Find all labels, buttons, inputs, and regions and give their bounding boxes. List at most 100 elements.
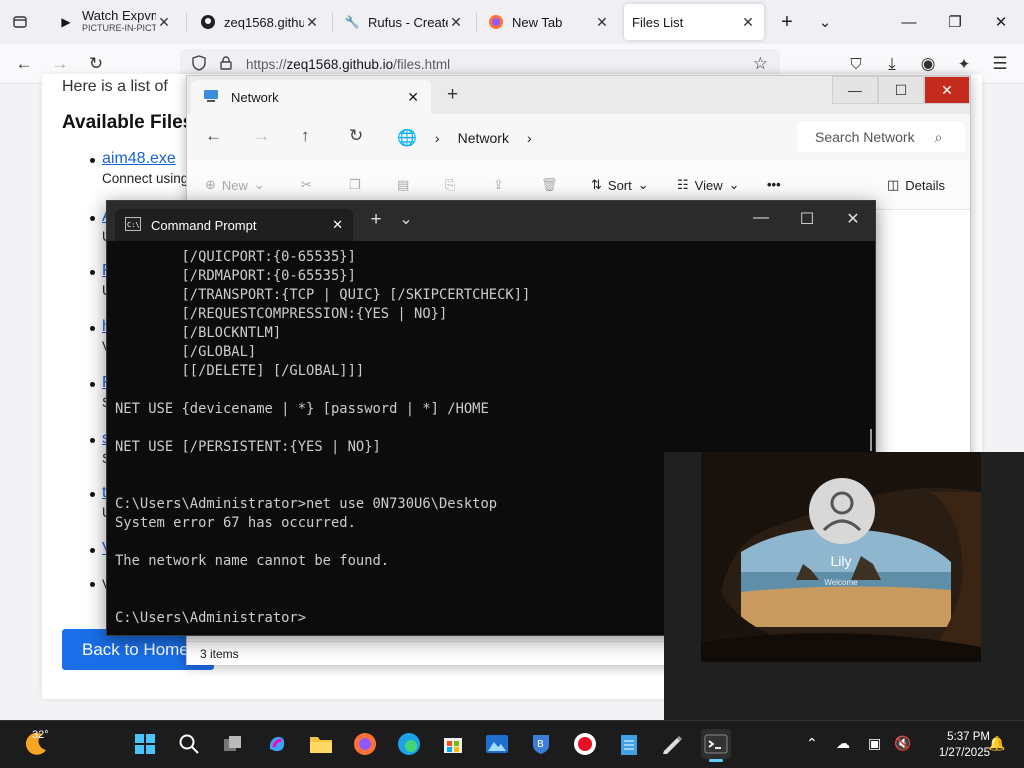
close-icon[interactable]: ✕ [839, 209, 867, 229]
close-icon[interactable]: ✕ [924, 76, 970, 104]
up-icon[interactable]: ↑ [301, 126, 310, 146]
maximize-icon[interactable]: ☐ [878, 76, 924, 104]
plus-circle-icon: ⊕ [205, 177, 216, 192]
paste-icon[interactable]: ▤ [397, 177, 409, 193]
view-button[interactable]: ☷ View ⌄ [677, 177, 740, 193]
file-description: Connect using [102, 171, 189, 186]
temperature: 32° [32, 729, 49, 741]
copy-icon[interactable]: ❐ [349, 177, 361, 193]
lock-icon[interactable] [220, 55, 232, 73]
more-options-icon[interactable]: ••• [767, 177, 781, 192]
tab-overview-icon[interactable] [6, 8, 34, 36]
start-icon[interactable] [130, 729, 160, 759]
file-link[interactable]: aim48.exe [102, 150, 176, 167]
close-icon[interactable]: ✕ [332, 217, 343, 233]
minimize-icon[interactable]: — [747, 209, 775, 227]
chevron-down-icon: ⌄ [637, 177, 649, 192]
clock[interactable]: 5:37 PM 1/27/2025 [918, 729, 990, 761]
back-icon[interactable]: ← [10, 50, 38, 78]
share-icon[interactable]: ⇪ [493, 177, 504, 193]
recorder-icon[interactable] [570, 729, 600, 759]
delete-icon[interactable]: 🗑 [541, 177, 558, 193]
close-icon[interactable]: ✕ [740, 14, 756, 31]
notepad-icon[interactable] [614, 729, 644, 759]
close-icon[interactable]: ✕ [304, 14, 320, 31]
close-icon[interactable]: ✕ [407, 89, 419, 106]
time: 5:37 PM [947, 731, 990, 743]
tab-files-list[interactable]: Files List ✕ [624, 4, 764, 40]
tab-sublabel: PICTURE-IN-PICTURE [82, 23, 156, 33]
tab-github[interactable]: zeq1568.github.i ✕ [192, 4, 328, 40]
details-button[interactable]: ◫ Details [887, 177, 945, 193]
cut-icon[interactable]: ✂ [301, 177, 312, 193]
rename-icon[interactable]: ⎘ [445, 177, 455, 193]
tab-new-tab[interactable]: New Tab ✕ [480, 4, 618, 40]
search-icon: ⌕ [934, 128, 943, 145]
search-network-input[interactable]: Search Network ⌕ [797, 122, 965, 152]
new-tab-icon[interactable]: + [362, 209, 390, 231]
url-host: zeq1568.github.io [286, 56, 394, 72]
minimize-icon[interactable]: — [832, 76, 878, 104]
file-explorer-icon[interactable] [306, 729, 336, 759]
menu-icon[interactable]: ☰ [986, 50, 1014, 78]
view-icon: ☷ [677, 177, 689, 192]
tab-label: New Tab [512, 14, 563, 30]
pen-icon[interactable] [658, 729, 688, 759]
pip-video[interactable]: Lily Welcome [701, 452, 981, 662]
show-hidden-icons-icon[interactable]: ⌃ [806, 735, 818, 752]
tab-label: zeq1568.github.i [224, 14, 304, 30]
tab-command-prompt[interactable]: C:\ Command Prompt ✕ [115, 209, 353, 241]
notification-bell-icon[interactable]: 🔔 [988, 735, 1005, 752]
terminal-line: [/BLOCKNTLM] [115, 325, 282, 341]
maximize-icon[interactable]: ☐ [793, 209, 821, 229]
terminal-icon[interactable] [701, 729, 731, 762]
network-status-icon[interactable]: ▣ [868, 735, 881, 752]
cmd-icon: C:\ [125, 216, 141, 234]
breadcrumb-network[interactable]: Network [458, 130, 509, 146]
store-icon[interactable] [438, 729, 468, 759]
maximize-icon[interactable]: ❐ [940, 8, 970, 36]
back-icon[interactable]: ← [205, 126, 222, 146]
intro-text: Here is a list of [62, 78, 168, 95]
tab-network[interactable]: Network ✕ [191, 80, 431, 114]
photos-icon[interactable] [482, 729, 512, 759]
new-button[interactable]: ⊕ New ⌄ [205, 177, 265, 193]
volume-muted-icon[interactable]: 🔇 [894, 735, 911, 752]
close-icon[interactable]: ✕ [986, 8, 1016, 36]
firefox-icon[interactable] [350, 729, 380, 759]
minimize-icon[interactable]: — [894, 8, 924, 36]
new-tab-icon[interactable]: + [772, 8, 802, 36]
sort-button[interactable]: ⇅ Sort ⌄ [591, 177, 649, 193]
terminal-line: [/QUICPORT:{0-65535}] [115, 249, 356, 265]
breadcrumb[interactable]: 🌐 › Network › [397, 128, 532, 148]
tab-watch-video[interactable]: ▶ Watch Expvm3'PICTURE-IN-PICTURE ✕ [50, 4, 180, 40]
search-icon[interactable] [174, 729, 204, 759]
task-view-icon[interactable] [218, 729, 248, 759]
tab-label: Watch Expvm3' [82, 9, 156, 23]
bitwarden-icon[interactable]: B [526, 729, 556, 759]
avatar [809, 478, 875, 544]
bookmark-star-icon[interactable]: ☆ [753, 54, 768, 74]
close-icon[interactable]: ✕ [156, 14, 172, 31]
tab-rufus[interactable]: 🔧 Rufus - Create b ✕ [336, 4, 472, 40]
close-icon[interactable]: ✕ [448, 14, 464, 31]
taskbar: 32° B ⌃ ☁ ▣ 🔇 5:37 PM 1/27/2025 🔔 [0, 720, 1024, 768]
sort-label: Sort [607, 177, 632, 193]
shield-icon[interactable] [192, 54, 206, 74]
scrollbar[interactable] [870, 429, 872, 451]
copilot-icon[interactable] [262, 729, 292, 759]
github-icon [200, 14, 216, 30]
onedrive-icon[interactable]: ☁ [836, 735, 850, 752]
terminal-line: [/TRANSPORT:{TCP | QUIC} [/SKIPCERTCHECK… [115, 287, 531, 303]
url-path: /files.html [393, 56, 451, 72]
new-tab-icon[interactable]: + [447, 84, 458, 106]
close-icon[interactable]: ✕ [594, 14, 610, 31]
dropdown-icon[interactable]: ⌄ [392, 209, 420, 229]
media-icon: ▶ [61, 15, 71, 29]
refresh-icon[interactable]: ↻ [349, 126, 363, 146]
forward-icon[interactable]: → [253, 126, 270, 146]
chevron-right-icon[interactable]: › [527, 130, 532, 146]
list-tabs-icon[interactable]: ⌄ [810, 8, 840, 36]
edge-icon[interactable] [394, 729, 424, 759]
